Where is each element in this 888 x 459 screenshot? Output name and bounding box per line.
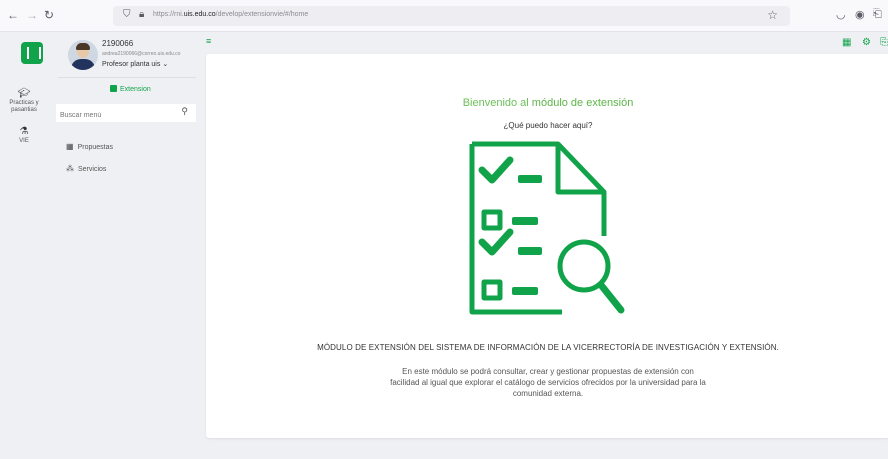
check-mark-2 [478, 228, 514, 256]
account-icon[interactable]: ◉ [855, 8, 865, 21]
flask-icon: ⚗ [19, 126, 29, 137]
module-label: Extension [120, 86, 151, 93]
sidebar: 2190066 andrea2190066@correo.uis.edu.co … [48, 32, 198, 459]
pocket-icon[interactable]: ◡ [836, 8, 846, 21]
chevron-down-icon: ⌄ [162, 61, 169, 68]
user-id: 2190066 [102, 39, 134, 48]
rail-label-line2: pasantias [11, 107, 37, 113]
question-text: ¿Qué puedo hacer aquí? [503, 121, 593, 130]
graduation-cap-icon: 🎓︎ [17, 88, 31, 99]
rail-label-vie: VIE [19, 138, 29, 144]
main-card: Bienvenido al módulo de extensión ¿Qué p… [206, 54, 888, 438]
list-line-2 [512, 217, 538, 225]
check-mark-1 [478, 156, 514, 184]
logout-icon[interactable]: ⎘ [880, 37, 888, 48]
address-bar[interactable]: ⛉ 🔒︎ https://rni.uis.edu.co/develop/exte… [113, 6, 790, 26]
checklist-magnifier-illustration [469, 141, 625, 315]
left-rail: 🎓︎ Practicas y pasantias ⚗ VIE [0, 32, 48, 459]
extensions-icon[interactable]: ⎗ [873, 8, 882, 21]
module-extension[interactable]: Extension [110, 85, 151, 93]
search-box[interactable]: ⚲ [56, 104, 196, 125]
list-line-4 [512, 287, 538, 295]
apps-grid-icon[interactable]: ▦ [842, 37, 851, 48]
avatar[interactable] [68, 40, 98, 70]
forward-arrow-icon[interactable]: → [26, 7, 38, 23]
avatar-hair [76, 43, 90, 50]
module-title: MÓDULO DE EXTENSIÓN DEL SISTEMA DE INFOR… [317, 343, 779, 352]
menu-label-propuestas: Propuestas [77, 144, 113, 151]
user-email: andrea2190066@correo.uis.edu.co [102, 51, 181, 57]
list-line-1 [518, 175, 542, 183]
grid-icon: ▦ [66, 142, 74, 151]
menu-item-propuestas[interactable]: ▦ Propuestas [66, 142, 113, 151]
welcome-heading: Bienvenido al módulo de extensión [206, 97, 888, 109]
magnifier-handle [597, 281, 625, 314]
back-arrow-icon[interactable]: ← [7, 7, 19, 23]
reload-icon[interactable]: ↻ [44, 7, 54, 23]
logo-icon[interactable] [21, 42, 43, 64]
module-icon [110, 85, 117, 92]
menu-label-servicios: Servicios [78, 166, 107, 173]
checkbox-2 [481, 209, 503, 231]
bookmark-star-icon[interactable]: ☆ [767, 8, 778, 22]
avatar-body [71, 59, 95, 70]
search-input[interactable] [56, 106, 176, 125]
url-text[interactable]: https://rni.uis.edu.co/develop/extension… [153, 11, 308, 18]
welcome-highlight: módulo de extensión [531, 97, 634, 109]
gear-icon[interactable]: ⚙ [862, 37, 871, 48]
browser-toolbar: ← → ↻ ⛉ 🔒︎ https://rni.uis.edu.co/develo… [0, 0, 888, 32]
rail-item-vie[interactable]: ⚗ VIE [0, 126, 48, 145]
url-domain: uis.edu.co [183, 11, 216, 18]
app-area: 🎓︎ Practicas y pasantias ⚗ VIE 2190066 a… [0, 32, 888, 459]
rail-item-practicas[interactable]: 🎓︎ Practicas y pasantias [0, 88, 48, 114]
sitemap-icon: ⁂ [66, 164, 74, 173]
url-path: /develop/extensionvie/#/home [215, 11, 309, 18]
menu-item-servicios[interactable]: ⁂ Servicios [66, 164, 106, 173]
search-icon[interactable]: ⚲ [181, 106, 188, 117]
divider [58, 77, 196, 78]
lock-icon[interactable]: 🔒︎ [139, 9, 144, 20]
module-description: En este módulo se podrá consultar, crear… [390, 367, 706, 398]
rail-label-line1: Practicas y [9, 100, 39, 106]
list-line-3 [518, 247, 542, 255]
url-prefix: https://rni. [153, 11, 184, 18]
welcome-prefix: Bienvenido al [462, 97, 532, 109]
user-role-label: Profesor planta uis [102, 61, 161, 68]
checkbox-4 [481, 279, 503, 301]
user-role-dropdown[interactable]: Profesor planta uis ⌄ [102, 60, 168, 68]
menu-toggle-icon[interactable]: ≡ [206, 36, 211, 46]
shield-icon[interactable]: ⛉ [123, 9, 131, 20]
